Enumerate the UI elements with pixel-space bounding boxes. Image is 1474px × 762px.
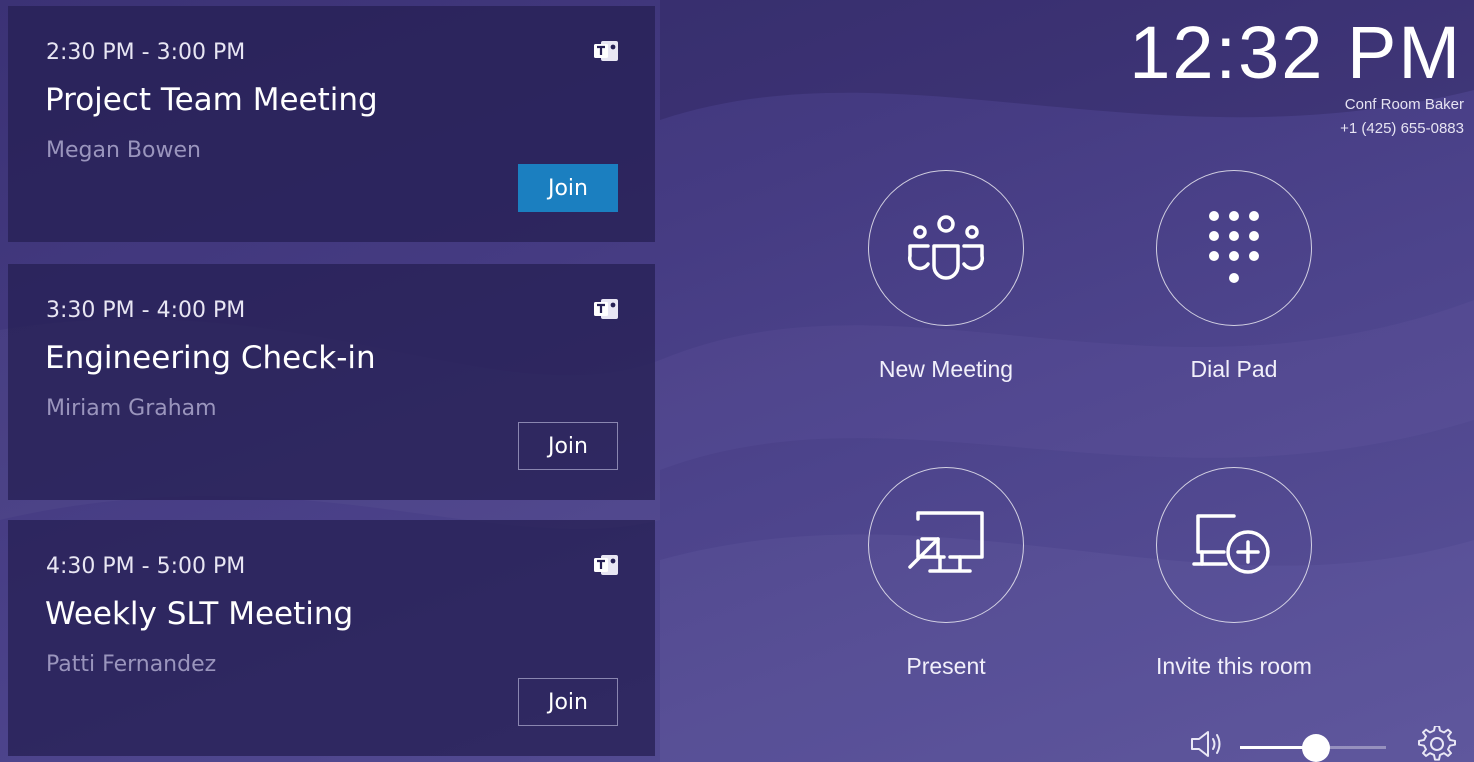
speaker-icon[interactable] bbox=[1188, 726, 1228, 762]
meeting-organizer: Miriam Graham bbox=[46, 396, 217, 421]
invite-room-button[interactable]: Invite this room bbox=[1120, 467, 1350, 707]
teams-icon bbox=[594, 299, 618, 319]
new-meeting-circle[interactable] bbox=[868, 170, 1024, 326]
present-button[interactable]: Present bbox=[832, 467, 1062, 707]
room-phone: +1 (425) 655-0883 bbox=[1340, 120, 1464, 137]
dial-pad-icon bbox=[1209, 211, 1259, 283]
action-label: Dial Pad bbox=[1190, 356, 1278, 382]
room-name: Conf Room Baker bbox=[1344, 96, 1464, 113]
action-label: New Meeting bbox=[878, 356, 1014, 382]
dial-pad-button[interactable]: Dial Pad bbox=[1120, 170, 1350, 410]
join-button[interactable]: Join bbox=[518, 422, 618, 470]
meeting-card[interactable]: 3:30 PM - 4:00 PM Engineering Check-in M… bbox=[8, 264, 655, 500]
invite-room-icon bbox=[1192, 514, 1270, 574]
meeting-time: 3:30 PM - 4:00 PM bbox=[46, 298, 246, 323]
meeting-card[interactable]: 2:30 PM - 3:00 PM Project Team Meeting M… bbox=[8, 6, 655, 242]
present-circle[interactable] bbox=[868, 467, 1024, 623]
present-screen-icon bbox=[908, 511, 984, 573]
action-label: Present bbox=[906, 653, 986, 679]
meeting-organizer: Megan Bowen bbox=[46, 138, 201, 163]
meeting-time: 2:30 PM - 3:00 PM bbox=[46, 40, 246, 65]
clock: 12:32 PM bbox=[1129, 11, 1462, 94]
dial-pad-circle[interactable] bbox=[1156, 170, 1312, 326]
meeting-title: Project Team Meeting bbox=[45, 82, 378, 118]
gear-icon[interactable] bbox=[1418, 726, 1456, 762]
teams-people-icon bbox=[907, 215, 985, 280]
new-meeting-button[interactable]: New Meeting bbox=[832, 170, 1062, 410]
meeting-card[interactable]: 4:30 PM - 5:00 PM Weekly SLT Meeting Pat… bbox=[8, 520, 655, 756]
meeting-time: 4:30 PM - 5:00 PM bbox=[46, 554, 246, 579]
action-label: Invite this room bbox=[1156, 653, 1312, 679]
volume-thumb[interactable] bbox=[1301, 734, 1330, 762]
meeting-title: Engineering Check-in bbox=[45, 340, 376, 376]
meeting-organizer: Patti Fernandez bbox=[46, 652, 217, 677]
teams-icon bbox=[594, 41, 618, 61]
volume-slider[interactable] bbox=[1240, 734, 1386, 762]
join-button[interactable]: Join bbox=[518, 164, 618, 212]
join-button[interactable]: Join bbox=[518, 678, 618, 726]
invite-room-circle[interactable] bbox=[1156, 467, 1312, 623]
meeting-title: Weekly SLT Meeting bbox=[45, 596, 354, 632]
teams-icon bbox=[594, 555, 618, 575]
